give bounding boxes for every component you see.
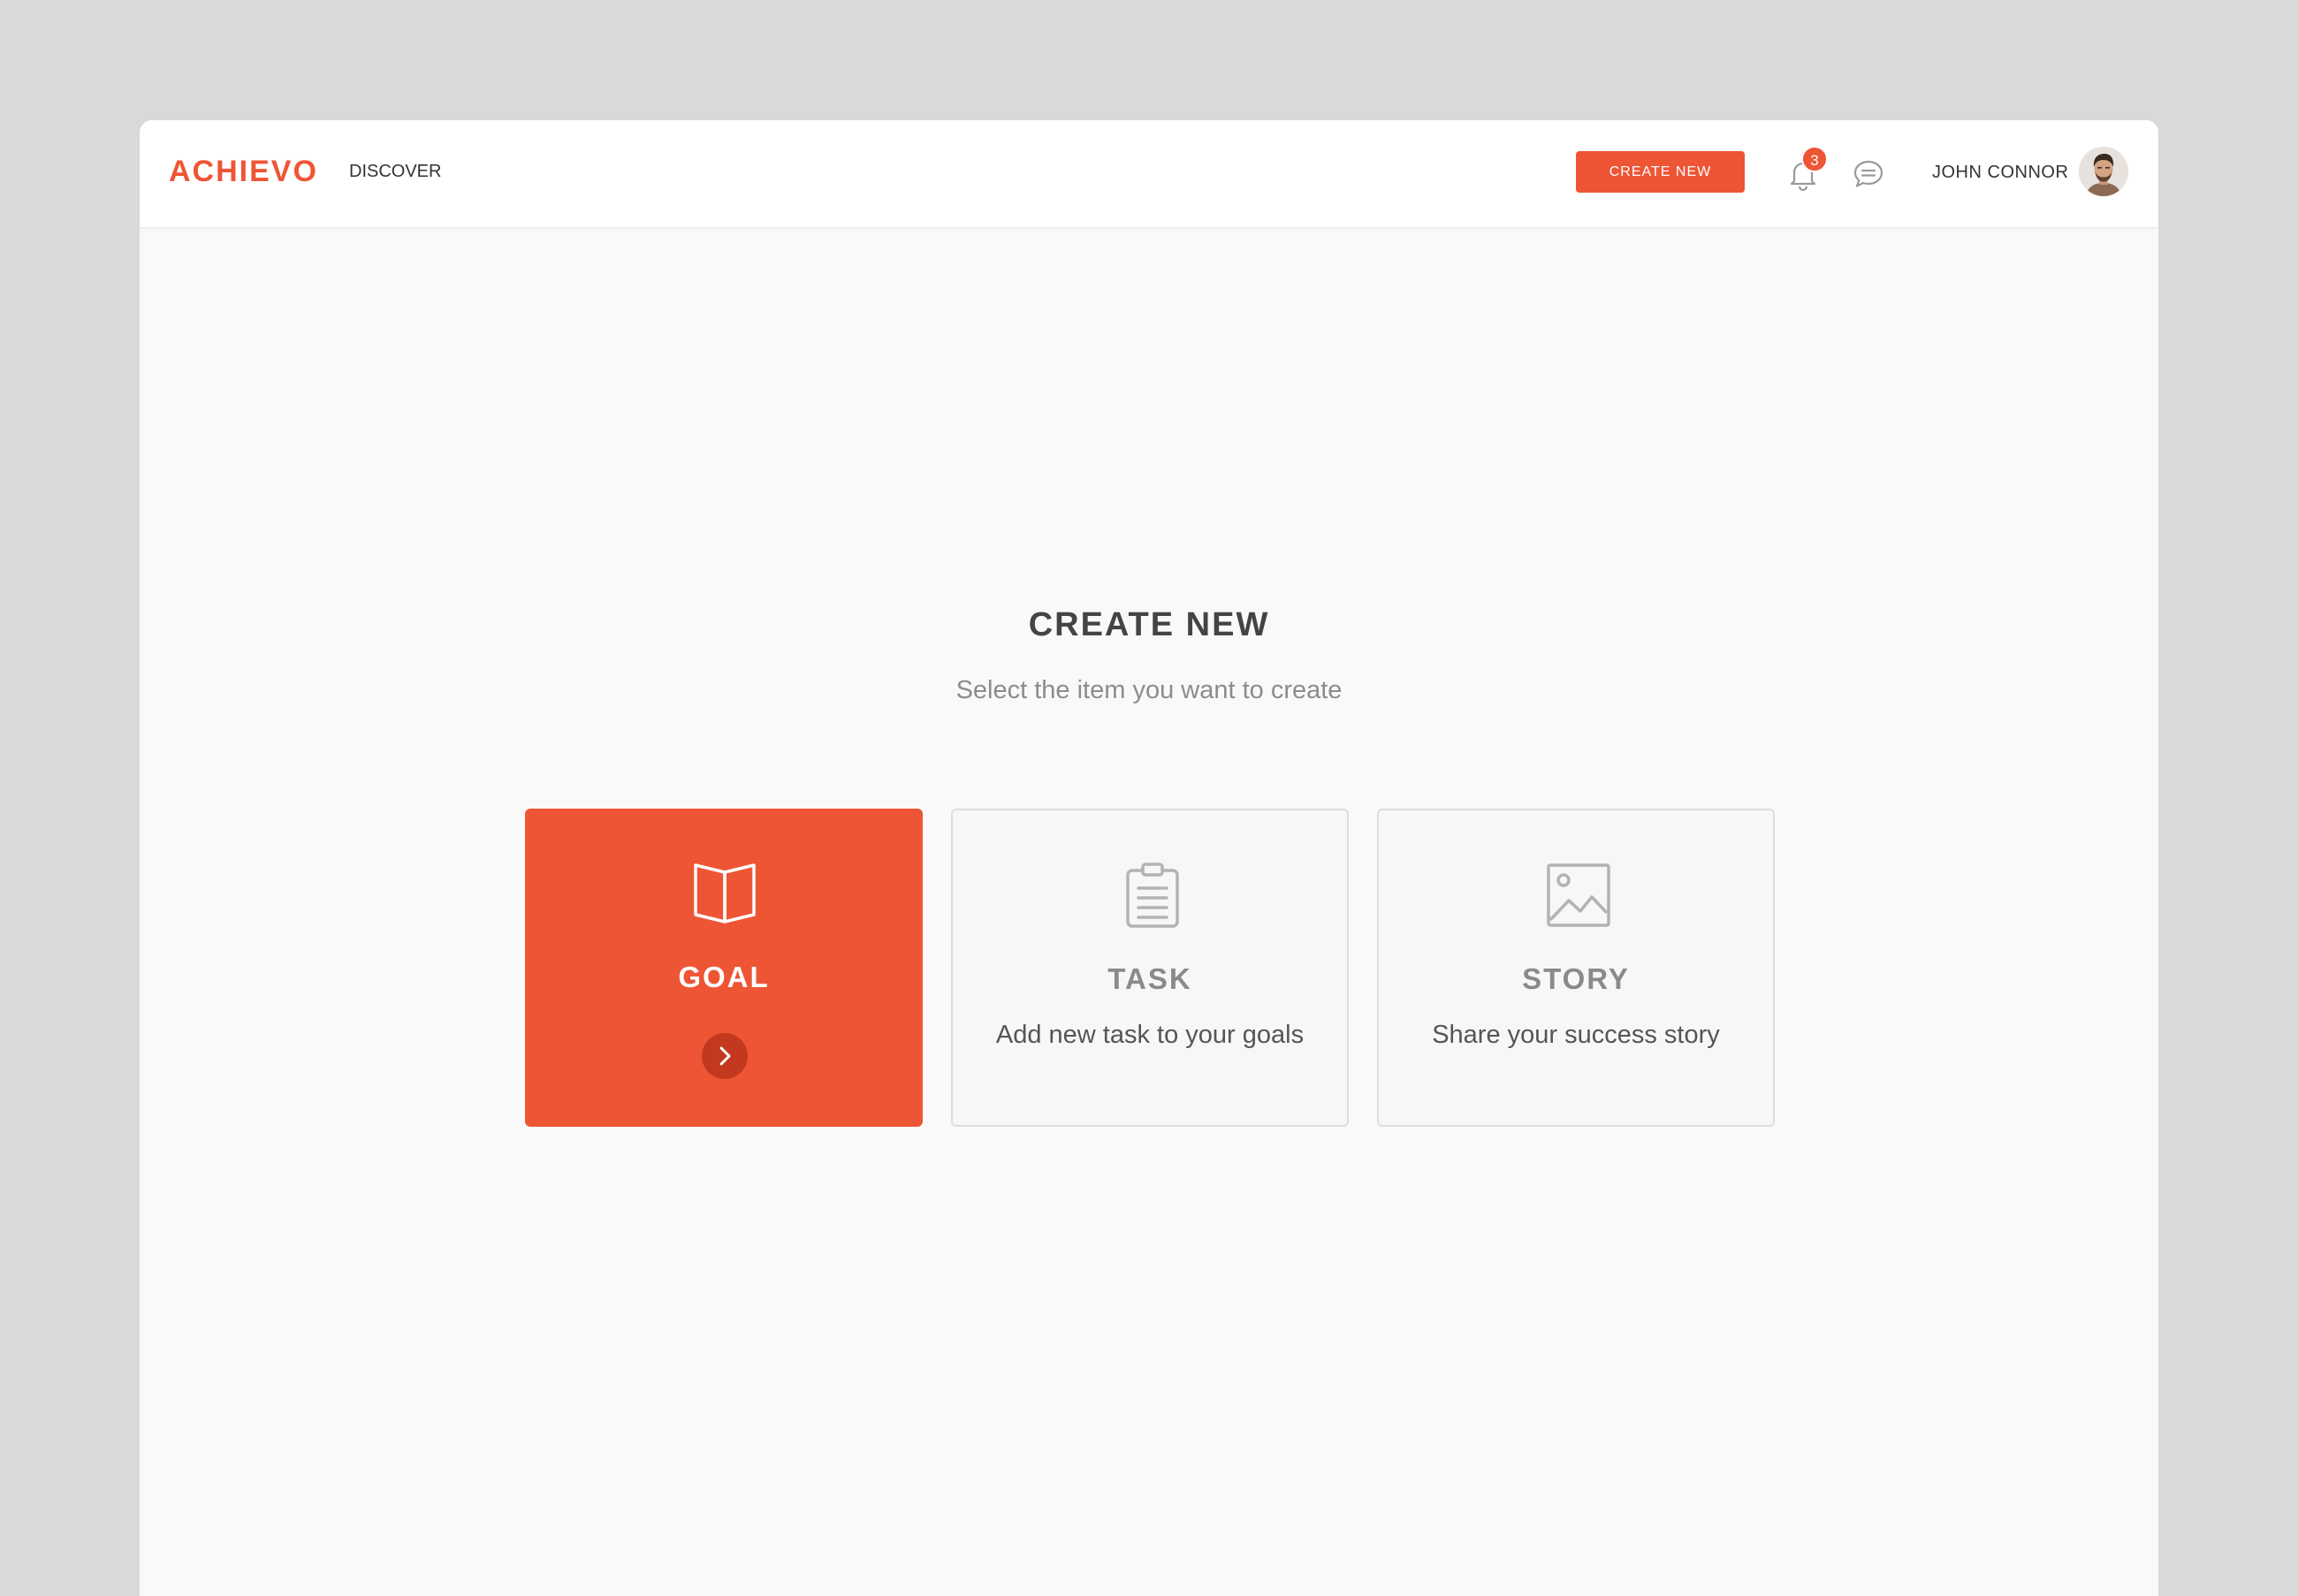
create-new-button[interactable]: CREATE NEW bbox=[1576, 151, 1745, 193]
create-task-card[interactable]: TASK Add new task to your goals bbox=[951, 809, 1349, 1127]
create-goal-card[interactable]: GOAL bbox=[525, 809, 923, 1127]
chat-icon[interactable] bbox=[1852, 157, 1885, 191]
card-title: GOAL bbox=[678, 961, 770, 993]
page-title: CREATE NEW bbox=[1028, 606, 1270, 643]
notification-count-badge: 3 bbox=[1801, 146, 1828, 172]
goal-arrow-button[interactable] bbox=[702, 1033, 748, 1079]
card-description: Share your success story bbox=[1432, 1021, 1720, 1049]
app-window: ACHIEVO DISCOVER CREATE NEW 3 JOHN CONNO… bbox=[140, 120, 2158, 1596]
chevron-right-icon bbox=[719, 1046, 731, 1066]
user-avatar[interactable] bbox=[2079, 147, 2128, 196]
user-name-label[interactable]: JOHN CONNOR bbox=[1932, 162, 2068, 183]
avatar-portrait-icon bbox=[2079, 147, 2128, 196]
card-description: Add new task to your goals bbox=[995, 1021, 1305, 1049]
card-title: TASK bbox=[1107, 962, 1192, 995]
page-subtitle: Select the item you want to create bbox=[955, 676, 1343, 704]
nav-discover-link[interactable]: DISCOVER bbox=[349, 161, 441, 182]
top-navigation-bar: ACHIEVO DISCOVER CREATE NEW 3 JOHN CONNO… bbox=[140, 120, 2158, 229]
clipboard-icon bbox=[1126, 863, 1179, 928]
app-logo[interactable]: ACHIEVO bbox=[169, 154, 318, 189]
card-title: STORY bbox=[1522, 962, 1630, 995]
image-icon bbox=[1547, 863, 1610, 927]
book-icon bbox=[694, 863, 756, 923]
create-story-card[interactable]: STORY Share your success story bbox=[1377, 809, 1775, 1127]
